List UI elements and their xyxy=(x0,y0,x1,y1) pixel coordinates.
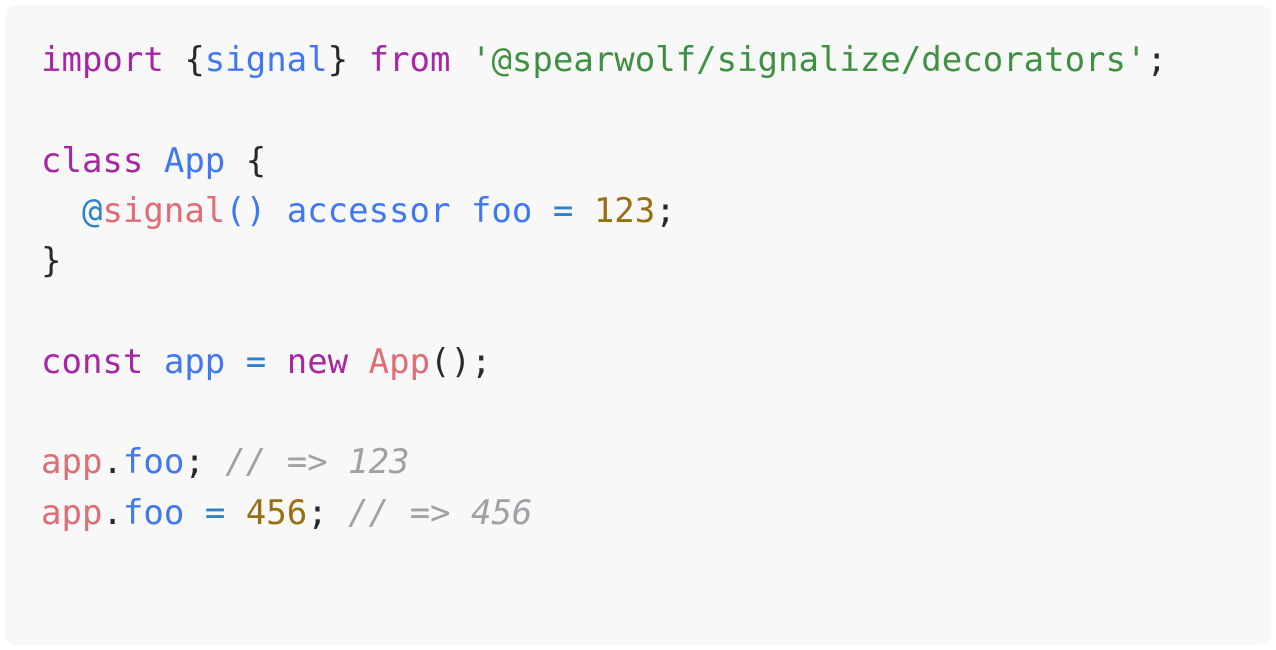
code-token-number: 123 xyxy=(593,190,656,231)
code-token-number: 456 xyxy=(245,492,308,533)
code-token-punct: { xyxy=(184,40,205,80)
code-content: import {signal} from '@spearwolf/signali… xyxy=(41,35,1271,538)
code-token-comment: // => 456 xyxy=(348,492,533,533)
code-token-keyword: class xyxy=(41,140,144,181)
code-token-punct: . xyxy=(102,492,123,533)
code-token-at: @ xyxy=(81,190,103,231)
code-token-string: '@spearwolf/signalize/decorators' xyxy=(470,40,1147,80)
code-token-variable: App xyxy=(163,140,226,181)
code-frame: import {signal} from '@spearwolf/signali… xyxy=(0,0,1276,650)
code-token-keyword: new xyxy=(286,341,349,382)
code-line: ​ xyxy=(41,85,1271,135)
code-token-class: app xyxy=(41,492,103,533)
code-line: app.foo; // => 123 xyxy=(41,437,1271,487)
code-panel: import {signal} from '@spearwolf/signali… xyxy=(5,5,1271,645)
code-line: } xyxy=(41,236,1271,286)
code-token-keyword: from xyxy=(368,40,451,80)
code-token-variable: foo xyxy=(122,442,185,483)
code-token-punct: ; xyxy=(307,492,328,533)
code-token-variable: foo xyxy=(122,492,185,533)
code-token-variable: signal xyxy=(204,40,328,80)
code-token-class: app xyxy=(41,442,103,483)
code-block[interactable]: import {signal} from '@spearwolf/signali… xyxy=(41,35,1271,538)
code-token-variable: app xyxy=(163,341,226,382)
code-token-variable: () xyxy=(225,190,267,231)
code-line: @signal() accessor foo = 123; xyxy=(41,186,1271,236)
code-token-comment: // => 123 xyxy=(225,442,410,483)
code-token-punct: . xyxy=(102,442,123,483)
code-token-operator: = xyxy=(204,492,226,533)
code-token-decorator: signal xyxy=(102,190,226,231)
code-token-variable: foo xyxy=(470,190,533,231)
code-line: app.foo = 456; // => 456 xyxy=(41,488,1271,538)
code-line: ​ xyxy=(41,286,1271,336)
code-token-class: App xyxy=(368,341,431,382)
code-token-punct: } xyxy=(327,40,349,80)
code-line: ​ xyxy=(41,387,1271,437)
code-line: const app = new App(); xyxy=(41,337,1271,387)
code-token-punct: { xyxy=(245,140,267,181)
code-line: import {signal} from '@spearwolf/signali… xyxy=(41,35,1271,85)
code-line: class App { xyxy=(41,136,1271,186)
code-token-punct: } xyxy=(41,241,62,282)
code-token-keyword: const xyxy=(41,341,144,382)
code-token-punct: ; xyxy=(1146,40,1167,80)
code-token-punct: (); xyxy=(430,341,492,382)
code-token-punct: ; xyxy=(184,442,205,483)
code-token-operator: = xyxy=(245,341,267,382)
code-token-keyword: import xyxy=(41,40,164,80)
code-token-operator: = xyxy=(552,190,574,231)
code-token-punct: ; xyxy=(655,190,676,231)
code-token-variable: accessor xyxy=(286,190,451,231)
